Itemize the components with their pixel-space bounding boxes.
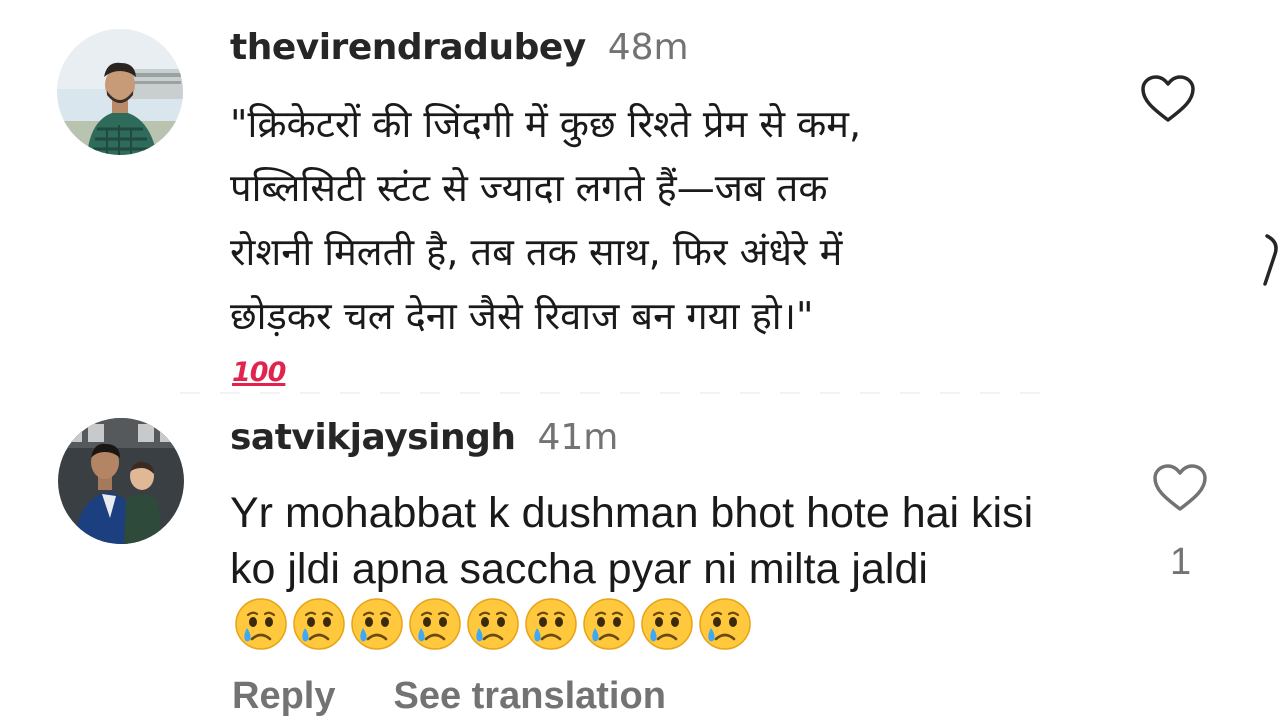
crying-face-emoji — [408, 597, 462, 651]
comment-actions: Reply See translation — [232, 675, 666, 718]
heart-outline-icon — [1141, 75, 1195, 122]
comment-item: satvikjaysingh 41m Yr mohabbat k dushman … — [0, 405, 1280, 720]
emoji-row — [234, 597, 752, 651]
avatar-photo-icon — [57, 29, 183, 155]
timestamp: 48m — [607, 27, 689, 68]
comment-text: Yr mohabbat k dushman bhot hote hai kisi… — [230, 485, 1090, 655]
username[interactable]: thevirendradubey — [230, 27, 586, 68]
like-count[interactable]: 1 — [1170, 541, 1191, 584]
comment-text-body: Yr mohabbat k dushman bhot hote hai kisi… — [230, 489, 1034, 593]
avatar[interactable] — [57, 29, 183, 155]
crying-face-emoji — [582, 597, 636, 651]
like-button[interactable] — [1152, 463, 1208, 517]
avatar[interactable] — [58, 418, 184, 544]
comments-screen: thevirendradubey 48m "क्रिकेटरों की जिंदग… — [0, 0, 1280, 720]
comment-meta: thevirendradubey 48m — [230, 28, 689, 68]
crying-face-emoji — [292, 597, 346, 651]
crying-face-emoji — [350, 597, 404, 651]
crying-face-emoji — [234, 597, 288, 651]
crying-face-emoji — [640, 597, 694, 651]
chevron-right-icon — [1263, 232, 1280, 292]
timestamp: 41m — [537, 417, 619, 458]
username[interactable]: satvikjaysingh — [230, 417, 516, 458]
crying-face-emoji — [698, 597, 752, 651]
divider — [180, 392, 1060, 394]
avatar-photo-icon — [58, 418, 184, 544]
crying-face-emoji — [524, 597, 578, 651]
comment-item: thevirendradubey 48m "क्रिकेटरों की जिंदग… — [0, 0, 1280, 400]
comment-meta: satvikjaysingh 41m — [230, 418, 618, 458]
crying-face-emoji — [466, 597, 520, 651]
like-button[interactable] — [1140, 74, 1196, 128]
comment-text: "क्रिकेटरों की जिंदगी में कुछ रिश्ते प्र… — [230, 102, 862, 338]
see-translation-button[interactable]: See translation — [393, 675, 665, 718]
heart-outline-icon — [1153, 464, 1207, 511]
hundred-points-emoji: 100 — [232, 357, 286, 388]
reply-button[interactable]: Reply — [232, 675, 335, 718]
